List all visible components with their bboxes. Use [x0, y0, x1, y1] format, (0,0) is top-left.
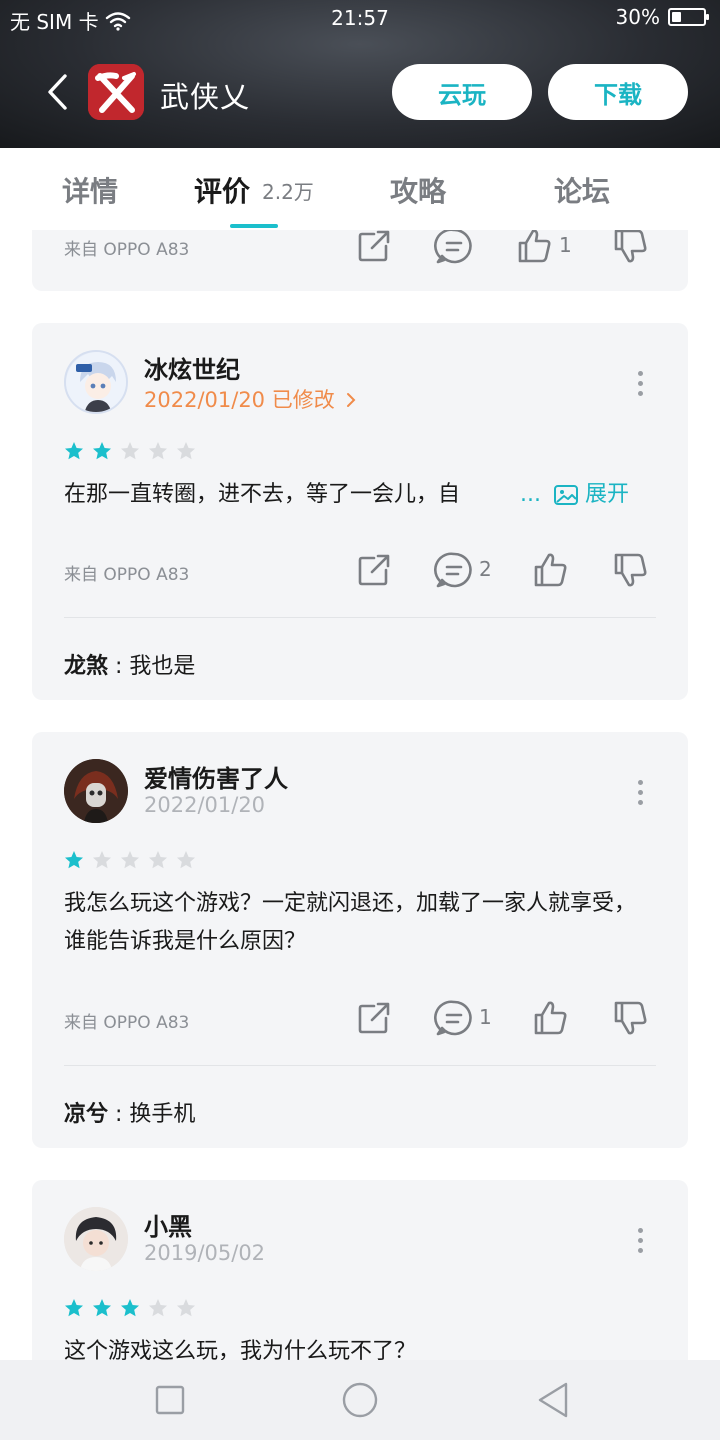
review-card: 小黑 2019/05/02 这个游戏这么玩，我为什么玩不了？	[32, 1180, 688, 1360]
active-tab-indicator	[230, 224, 278, 228]
dislike-icon[interactable]	[610, 998, 650, 1038]
review-card: 冰炫世纪 2022/01/20 已修改 在那一直转圈，进不去，等了一会儿，自 .…	[32, 323, 688, 700]
username[interactable]: 冰炫世纪	[144, 350, 240, 385]
tab-guides[interactable]: 攻略	[390, 170, 446, 210]
star-empty-icon	[149, 442, 167, 460]
star-empty-icon	[177, 442, 195, 460]
reply-username: 凉兮	[64, 1102, 109, 1127]
user-avatar[interactable]	[64, 350, 128, 414]
star-empty-icon	[177, 851, 195, 869]
review-date: 2019/05/02	[144, 1241, 266, 1265]
review-date: 2022/01/20	[144, 793, 266, 817]
chevron-right-icon	[347, 393, 356, 407]
device-label: 来自 OPPO A83	[64, 565, 190, 585]
review-date[interactable]: 2022/01/20 已修改	[144, 384, 357, 414]
battery-icon	[668, 8, 709, 26]
divider	[64, 617, 656, 618]
image-icon	[553, 485, 578, 505]
comment-icon[interactable]	[434, 230, 474, 266]
expand-button[interactable]: ... 展开	[520, 476, 629, 514]
like-count: 1	[559, 233, 572, 257]
back-icon[interactable]	[534, 1380, 574, 1420]
comment-count: 1	[479, 1005, 492, 1029]
device-label: 来自 OPPO A83	[64, 1013, 190, 1033]
star-rating	[64, 850, 196, 870]
app-title: 武侠乂	[160, 80, 251, 114]
reply-text: : 我也是	[108, 654, 196, 679]
game-logo	[88, 64, 144, 120]
app-header: 无 SIM 卡 21:57 30% 武侠乂 云玩 下载	[0, 0, 720, 148]
review-card: 来自 OPPO A83 1	[32, 230, 688, 291]
review-text: 我怎么玩这个游戏？一定就闪退还，加载了一家人就享受，谁能告诉我是什么原因？	[64, 891, 637, 954]
star-empty-icon	[149, 1299, 167, 1317]
user-avatar[interactable]	[64, 1207, 128, 1271]
like-icon[interactable]	[530, 550, 570, 590]
tab-forum[interactable]: 论坛	[554, 170, 610, 210]
like-icon[interactable]	[514, 230, 554, 266]
star-filled-icon	[65, 442, 83, 460]
review-list[interactable]: 来自 OPPO A83 1 冰炫世纪 2022/01/20 已修改 在那一直转圈…	[0, 230, 720, 1360]
dislike-icon[interactable]	[610, 550, 650, 590]
comment-icon[interactable]	[434, 550, 474, 590]
more-options-icon[interactable]	[638, 780, 644, 810]
download-button[interactable]: 下载	[548, 64, 688, 120]
tab-bar: 详情 评价 2.2万 攻略 论坛	[0, 148, 720, 230]
battery-percent: 30%	[615, 5, 660, 29]
dislike-icon[interactable]	[610, 230, 650, 266]
comment-icon[interactable]	[434, 998, 474, 1038]
more-options-icon[interactable]	[638, 371, 644, 401]
review-text: 这个游戏这么玩，我为什么玩不了？	[64, 1339, 417, 1360]
tab-details[interactable]: 详情	[62, 170, 118, 210]
star-rating	[64, 441, 196, 461]
review-card: 爱情伤害了人 2022/01/20 我怎么玩这个游戏？一定就闪退还，加载了一家人…	[32, 732, 688, 1148]
username[interactable]: 小黑	[144, 1207, 192, 1242]
system-nav-bar	[0, 1360, 720, 1440]
star-filled-icon	[121, 1299, 139, 1317]
star-filled-icon	[93, 1299, 111, 1317]
star-empty-icon	[121, 851, 139, 869]
recent-apps-icon[interactable]	[150, 1380, 190, 1420]
back-arrow-icon[interactable]	[40, 72, 80, 112]
reply-username: 龙煞	[64, 654, 109, 679]
reply-text: : 换手机	[108, 1102, 196, 1127]
like-icon[interactable]	[530, 998, 570, 1038]
comment-count: 2	[479, 557, 492, 581]
star-empty-icon	[121, 442, 139, 460]
star-empty-icon	[177, 1299, 195, 1317]
review-count: 2.2万	[262, 180, 314, 204]
reply-preview[interactable]: 龙煞 : 我也是	[64, 648, 195, 680]
share-icon[interactable]	[354, 550, 394, 590]
star-filled-icon	[93, 442, 111, 460]
review-text: 在那一直转圈，进不去，等了一会儿，自	[64, 482, 461, 507]
expand-label: 展开	[584, 482, 629, 507]
share-icon[interactable]	[354, 230, 394, 266]
divider	[64, 1065, 656, 1066]
user-avatar[interactable]	[64, 759, 128, 823]
star-filled-icon	[65, 851, 83, 869]
status-bar: 无 SIM 卡 21:57 30%	[0, 0, 720, 40]
reply-preview[interactable]: 凉兮 : 换手机	[64, 1096, 195, 1128]
star-filled-icon	[65, 1299, 83, 1317]
review-date-text: 2022/01/20 已修改	[144, 388, 335, 412]
tab-reviews[interactable]: 评价	[194, 170, 250, 210]
share-icon[interactable]	[354, 998, 394, 1038]
star-empty-icon	[149, 851, 167, 869]
home-icon[interactable]	[340, 1380, 380, 1420]
more-options-icon[interactable]	[638, 1228, 644, 1258]
star-rating	[64, 1298, 196, 1318]
star-empty-icon	[93, 851, 111, 869]
clock: 21:57	[331, 6, 389, 30]
app-bar: 武侠乂 云玩 下载	[0, 62, 720, 122]
ellipsis: ...	[520, 482, 541, 507]
username[interactable]: 爱情伤害了人	[144, 759, 288, 794]
device-label: 来自 OPPO A83	[64, 240, 190, 260]
cloud-play-button[interactable]: 云玩	[392, 64, 532, 120]
